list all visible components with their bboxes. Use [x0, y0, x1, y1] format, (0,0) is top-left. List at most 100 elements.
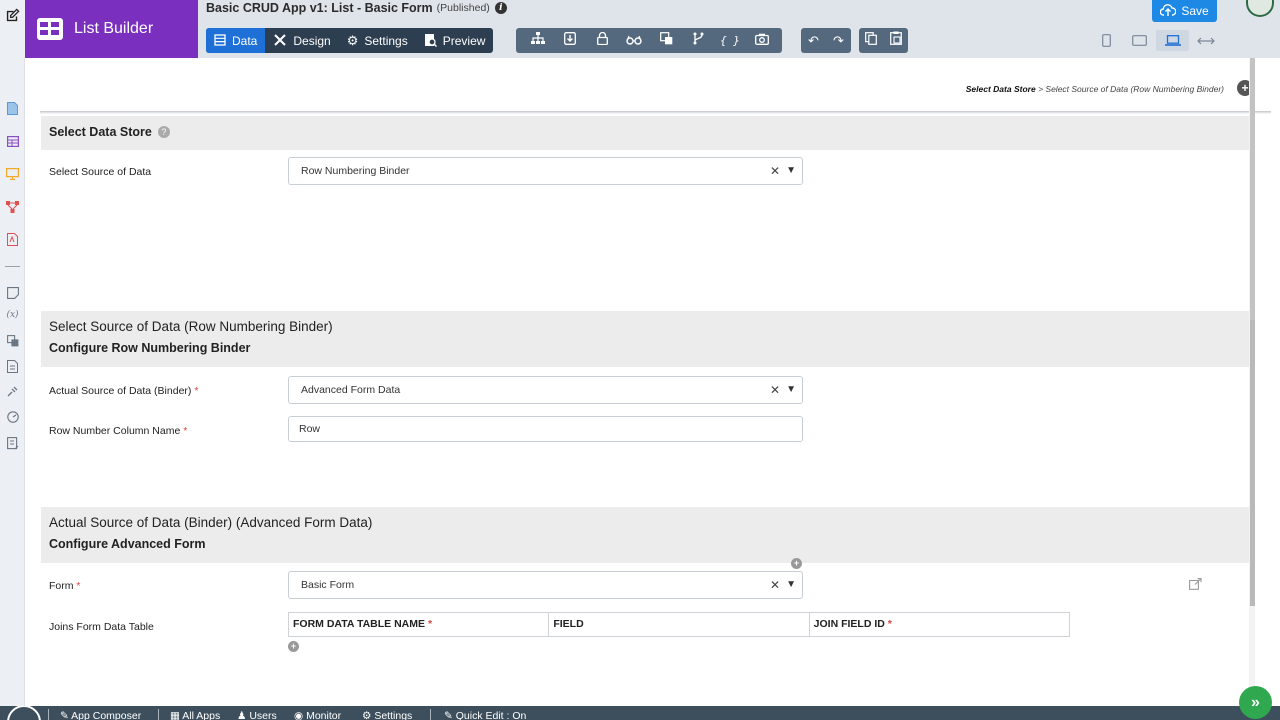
pdf-icon[interactable]: [6, 233, 19, 246]
section-header-data-store: Select Data Store ?: [41, 116, 1250, 150]
glasses-icon[interactable]: [618, 28, 650, 53]
left-sidebar: (x): [0, 58, 25, 706]
users-link[interactable]: ♟ Users: [237, 710, 277, 720]
app-title: Basic CRUD App v1: List - Basic Form (Pu…: [206, 1, 507, 15]
tab-data-label: Data: [232, 33, 258, 48]
help-icon[interactable]: ?: [157, 126, 170, 138]
paste-icon[interactable]: [889, 28, 902, 53]
quick-edit-toggle[interactable]: ✎ Quick Edit : On: [444, 710, 526, 720]
chevron-down-icon[interactable]: ▼: [786, 377, 796, 403]
redo-icon[interactable]: ↷: [833, 28, 844, 53]
scrollbar-thumb[interactable]: [1250, 58, 1255, 320]
edit-icon: ✎: [60, 710, 69, 720]
copy-paste-group: [859, 28, 908, 53]
report-icon[interactable]: [6, 437, 19, 450]
userview-icon[interactable]: [6, 168, 20, 181]
breadcrumb-separator: >: [1038, 84, 1044, 94]
resources-icon[interactable]: [6, 335, 19, 348]
export-icon[interactable]: [554, 28, 586, 53]
binder-select[interactable]: Advanced Form Data ✕ ▼: [288, 376, 803, 404]
select-source-select[interactable]: Row Numbering Binder ✕ ▼: [288, 157, 803, 185]
settings-link[interactable]: ⚙ Settings: [362, 710, 412, 720]
joins-table-header: FORM DATA TABLE NAME * FIELD JOIN FIELD …: [288, 612, 1070, 637]
breadcrumb-item-data-store[interactable]: Select Data Store: [966, 84, 1036, 94]
builder-tile[interactable]: List Builder: [25, 0, 198, 58]
grid-icon: ▦: [170, 710, 180, 720]
binder-label: Actual Source of Data (Binder) *: [49, 385, 198, 397]
form-label-text: Form: [49, 580, 74, 592]
chevron-down-icon[interactable]: ▼: [786, 572, 796, 598]
section-title: Select Data Store: [49, 125, 152, 139]
publish-status: (Published): [436, 2, 490, 14]
preview-icon: [424, 33, 437, 49]
section-subtitle: Configure Advanced Form: [49, 537, 206, 551]
gauge-icon[interactable]: [6, 411, 19, 424]
required-marker: *: [183, 425, 188, 437]
list-icon[interactable]: [6, 136, 19, 149]
form-select[interactable]: Basic Form ✕ ▼: [288, 571, 803, 599]
design-icon: [273, 33, 287, 49]
chevron-down-icon[interactable]: ▼: [786, 158, 796, 184]
app-composer-link[interactable]: ✎ App Composer: [60, 710, 141, 720]
lock-icon[interactable]: [586, 28, 618, 53]
section-title: Select Source of Data (Row Numbering Bin…: [49, 319, 333, 334]
tree-icon[interactable]: [522, 28, 554, 53]
gear-icon: ⚙: [362, 710, 372, 720]
column-header: JOIN FIELD ID *: [813, 618, 892, 630]
row-number-input[interactable]: Row: [288, 416, 803, 442]
tablet-icon[interactable]: [1123, 30, 1156, 51]
builder-tabs: Data Design ⚙ Settings Preview: [206, 28, 494, 53]
variable-icon[interactable]: (x): [6, 309, 19, 322]
clear-icon[interactable]: ✕: [770, 572, 780, 598]
column-header: FIELD: [549, 613, 810, 636]
tab-settings[interactable]: ⚙ Settings: [339, 28, 416, 53]
note-icon[interactable]: [6, 287, 19, 300]
external-link-icon[interactable]: [1189, 578, 1202, 593]
camera-icon[interactable]: [746, 28, 778, 53]
undo-icon[interactable]: ↶: [808, 28, 819, 53]
document-icon[interactable]: [6, 360, 19, 373]
undo-redo-group: ↶ ↷: [801, 28, 851, 53]
braces-icon[interactable]: { }: [714, 28, 746, 53]
breadcrumb-item-source[interactable]: Select Source of Data (Row Numbering Bin…: [1045, 84, 1224, 94]
add-circle-icon[interactable]: +: [791, 558, 802, 569]
avatar[interactable]: [1246, 0, 1274, 17]
branch-icon[interactable]: [682, 28, 714, 53]
save-button[interactable]: Save: [1152, 0, 1217, 22]
clear-icon[interactable]: ✕: [770, 158, 780, 184]
required-marker: *: [194, 385, 199, 397]
expand-width-icon[interactable]: [1189, 30, 1222, 51]
data-icon: [214, 33, 226, 48]
form-label: Form *: [49, 580, 81, 592]
scrollbar-thumb-lower[interactable]: [1250, 320, 1255, 606]
clear-icon[interactable]: ✕: [770, 377, 780, 403]
process-icon[interactable]: [6, 201, 19, 214]
save-label: Save: [1181, 4, 1209, 18]
select-source-value: Row Numbering Binder: [301, 165, 410, 177]
tool-group: { }: [516, 28, 782, 53]
phone-icon[interactable]: [1090, 30, 1123, 51]
form-icon[interactable]: [6, 102, 19, 115]
plugin-icon[interactable]: [6, 385, 19, 398]
tab-data[interactable]: Data: [206, 28, 266, 53]
row-number-label-text: Row Number Column Name: [49, 425, 181, 437]
all-apps-link[interactable]: ▦ All Apps: [170, 710, 220, 720]
edit-icon[interactable]: [0, 0, 25, 58]
forward-icon[interactable]: »: [1239, 686, 1272, 719]
section-header-advanced-form: Actual Source of Data (Binder) (Advanced…: [41, 507, 1250, 563]
tab-settings-label: Settings: [364, 33, 408, 48]
bottom-bar: ✎ App Composer ▦ All Apps ♟ Users ◉ Moni…: [0, 706, 1280, 720]
translate-icon[interactable]: [650, 28, 682, 53]
joget-logo-icon[interactable]: [7, 706, 41, 720]
info-icon[interactable]: i: [494, 2, 507, 14]
monitor-link[interactable]: ◉ Monitor: [294, 710, 341, 720]
binder-value: Advanced Form Data: [301, 384, 401, 396]
copy-icon[interactable]: [865, 28, 878, 53]
add-row-icon[interactable]: +: [288, 641, 299, 652]
tab-preview[interactable]: Preview: [416, 28, 494, 53]
laptop-icon[interactable]: [1156, 30, 1189, 51]
select-source-label: Select Source of Data: [49, 166, 152, 178]
device-switcher: [1090, 30, 1222, 51]
table-icon: [37, 18, 63, 40]
tab-design[interactable]: Design: [265, 28, 338, 53]
